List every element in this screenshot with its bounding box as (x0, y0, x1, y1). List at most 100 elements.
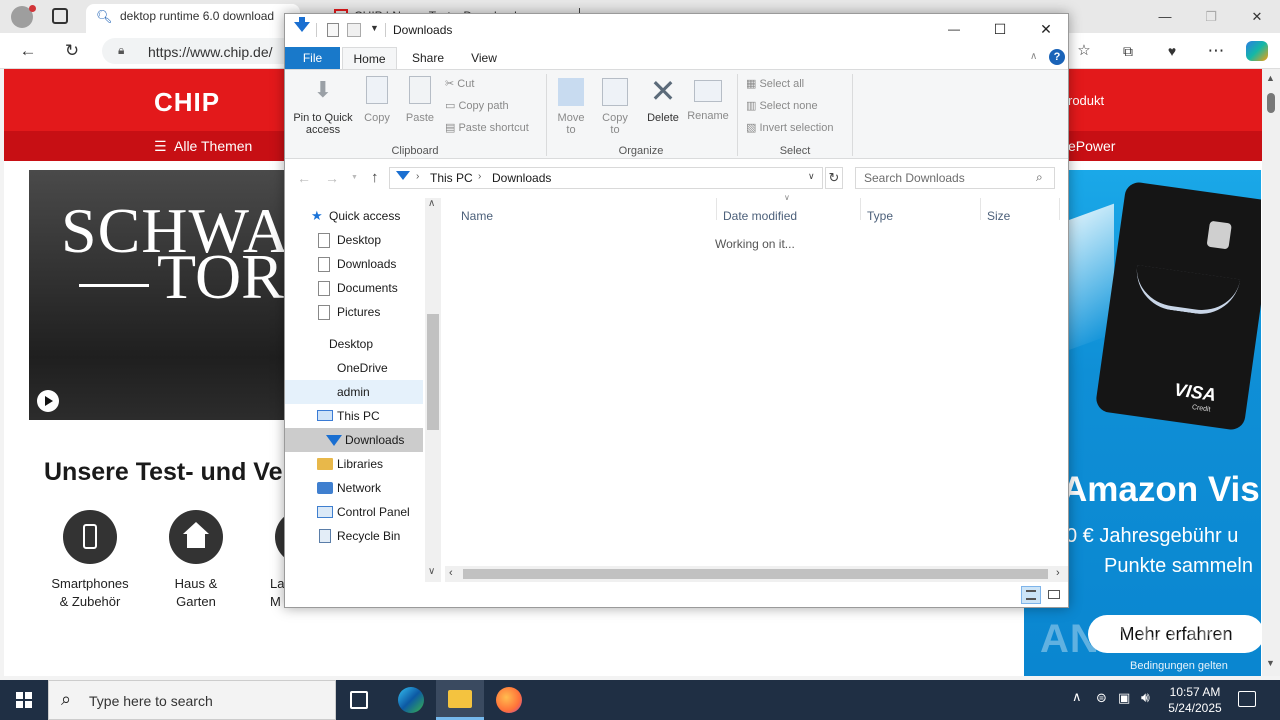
task-view-icon[interactable] (350, 691, 368, 709)
breadcrumb-this-pc[interactable]: This PC (430, 171, 473, 185)
horizontal-scrollbar[interactable]: ‹ › (445, 566, 1068, 582)
scroll-down-arrow-icon[interactable]: ▼ (1266, 658, 1275, 668)
chip-logo[interactable]: CHIP (154, 87, 220, 118)
nav-control-panel[interactable]: Control Panel (285, 500, 423, 524)
nav-this-pc[interactable]: This PC (285, 404, 423, 428)
nav-documents[interactable]: Documents (285, 276, 423, 300)
scroll-thumb[interactable] (1267, 93, 1275, 113)
nav-pictures[interactable]: Pictures (285, 300, 423, 324)
menu-label[interactable]: Alle Themen (174, 138, 252, 154)
help-icon[interactable]: ? (1049, 49, 1065, 65)
back-nav-button[interactable]: ← (297, 170, 311, 186)
nav-admin[interactable]: admin (285, 380, 423, 404)
explorer-taskbar-button[interactable] (436, 680, 484, 720)
tray-usb-icon[interactable]: ⊜ (1096, 690, 1107, 706)
minimize-button[interactable]: — (1142, 0, 1188, 33)
category-haus[interactable]: Haus & Garten (150, 507, 242, 617)
nav-libraries[interactable]: Libraries (285, 452, 423, 476)
copilot-icon[interactable] (1246, 41, 1268, 61)
column-header-size[interactable]: Size (987, 209, 1010, 223)
maximize-button[interactable]: ❐ (1188, 0, 1234, 33)
explorer-close-button[interactable]: ✕ (1023, 14, 1069, 44)
back-button[interactable]: ← (16, 39, 40, 63)
play-icon[interactable] (37, 390, 59, 412)
copy-to-button[interactable]: Copy to (595, 74, 635, 136)
pin-quick-access-button[interactable]: ⬇︎ Pin to Quick access (289, 74, 357, 136)
tray-network-icon[interactable]: ▣ (1118, 690, 1130, 706)
ribbon-tab-view[interactable]: View (457, 47, 511, 69)
breadcrumb-downloads[interactable]: Downloads (492, 171, 551, 185)
page-scrollbar[interactable]: ▲ ▼ (1262, 69, 1280, 676)
nav-desktop[interactable]: Desktop (285, 228, 423, 252)
details-view-button[interactable] (1021, 586, 1041, 604)
cut-button[interactable]: ✂︎ Cut (445, 75, 474, 93)
favorites-icon[interactable]: ☆ (1072, 39, 1096, 63)
nav-quick-access[interactable]: ★ Quick access (285, 204, 423, 228)
taskbar-search-box[interactable]: ⌕ Type here to search (48, 680, 336, 720)
chip-nav-right-2[interactable]: ePower (1068, 138, 1115, 154)
quick-access-dropdown-icon[interactable]: ▼ (370, 23, 379, 33)
properties-icon[interactable] (327, 23, 339, 37)
tray-volume-icon[interactable]: 🔊︎ (1141, 689, 1150, 706)
move-to-button[interactable]: Move to (551, 74, 591, 136)
nav-scroll-down-icon[interactable]: ∨ (428, 566, 435, 577)
column-header-name[interactable]: Name (461, 209, 493, 223)
search-box[interactable]: Search Downloads ⌕ (855, 167, 1055, 189)
delete-button[interactable]: ✕ Delete (643, 74, 683, 124)
category-3[interactable]: La M (266, 507, 286, 617)
h-scroll-thumb[interactable] (463, 569, 1048, 579)
nav-desktop-root[interactable]: Desktop (285, 332, 423, 356)
nav-downloads-selected[interactable]: Downloads (285, 428, 423, 452)
edge-taskbar-icon[interactable] (398, 687, 424, 713)
column-header-date[interactable]: Date modified (723, 209, 797, 223)
invert-selection-button[interactable]: ▧ Invert selection (746, 119, 833, 137)
ribbon-tab-file[interactable]: File (285, 47, 340, 69)
select-all-button[interactable]: ▦ Select all (746, 75, 804, 93)
firefox-taskbar-icon[interactable] (496, 687, 522, 713)
h-scroll-right-icon[interactable]: › (1056, 567, 1060, 579)
explorer-maximize-button[interactable]: ☐ (977, 14, 1023, 44)
tab-actions-icon[interactable] (52, 8, 68, 24)
ribbon-tab-share[interactable]: Share (401, 47, 455, 69)
new-folder-icon[interactable] (347, 23, 361, 37)
explorer-minimize-button[interactable]: — (931, 14, 977, 44)
nav-network[interactable]: Network (285, 476, 423, 500)
forward-nav-button[interactable]: → (325, 170, 339, 186)
address-dropdown-icon[interactable]: ∨ (808, 171, 815, 182)
up-button[interactable]: ↑ (371, 169, 379, 186)
paste-shortcut-button[interactable]: ▤ Paste shortcut (445, 119, 529, 137)
address-box[interactable]: › This PC › Downloads ∨ (389, 167, 823, 189)
refresh-icon[interactable]: ↻ (825, 167, 843, 189)
select-none-button[interactable]: ▥ Select none (746, 97, 818, 115)
nav-recycle-bin[interactable]: Recycle Bin (285, 524, 423, 548)
chip-nav-right-1[interactable]: rodukt (1068, 93, 1104, 108)
category-smartphones[interactable]: Smartphones & Zubehör (44, 507, 136, 617)
start-button[interactable] (0, 680, 48, 720)
hero-video[interactable]: SCHWA TOR (29, 170, 287, 420)
copy-button[interactable]: Copy (359, 74, 395, 124)
ribbon-collapse-icon[interactable]: ∧ (1030, 51, 1037, 62)
h-scroll-left-icon[interactable]: ‹ (449, 567, 453, 579)
column-header-type[interactable]: Type (867, 209, 893, 223)
close-button[interactable]: ✕ (1234, 0, 1280, 33)
notification-center-icon[interactable] (1238, 691, 1256, 707)
refresh-button[interactable]: ↻ (60, 39, 84, 63)
more-menu-icon[interactable]: ⋯ (1204, 39, 1228, 63)
nav-pane-scrollbar[interactable]: ∧ ∨ (425, 198, 441, 582)
copy-path-button[interactable]: ▭ Copy path (445, 97, 509, 115)
rename-button[interactable]: Rename (685, 74, 731, 122)
nav-onedrive[interactable]: OneDrive (285, 356, 423, 380)
paste-button[interactable]: Paste (401, 74, 439, 124)
collections-icon[interactable]: ⧉ (1116, 39, 1140, 63)
clock[interactable]: 10:57 AM 5/24/2025 (1162, 684, 1228, 716)
nav-scroll-up-icon[interactable]: ∧ (428, 198, 435, 209)
recent-locations-icon[interactable]: ▼ (351, 174, 358, 181)
extensions-icon[interactable]: ♥ (1160, 39, 1184, 63)
menu-hamburger-icon[interactable]: ☰ (154, 138, 167, 155)
nav-scroll-thumb[interactable] (427, 314, 439, 430)
nav-downloads-quick[interactable]: Downloads (285, 252, 423, 276)
scroll-up-arrow-icon[interactable]: ▲ (1266, 73, 1275, 83)
large-icons-view-button[interactable] (1045, 586, 1063, 604)
tray-overflow-icon[interactable]: ∧ (1072, 689, 1082, 705)
browser-tab-active[interactable]: 🔍︎ dektop runtime 6.0 download (86, 4, 300, 33)
